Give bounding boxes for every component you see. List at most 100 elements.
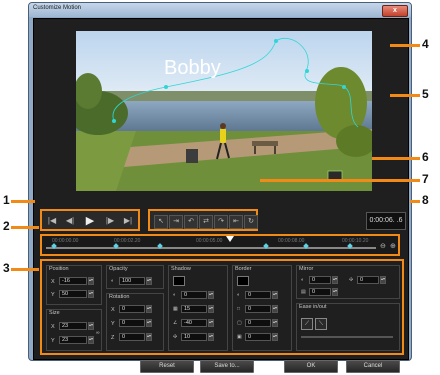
size-y-label: Y <box>51 338 55 344</box>
callout-7-arrow <box>260 179 420 182</box>
dialog-button-bar: Reset Save to... OK Cancel <box>34 359 408 375</box>
cancel-button[interactable]: Cancel <box>346 360 400 373</box>
preview-image <box>76 31 372 191</box>
motion-keyframe-point[interactable] <box>342 85 346 89</box>
position-y-stepper[interactable]: ▴▾ <box>88 290 94 298</box>
ease-slider-track[interactable] <box>301 336 393 338</box>
ease-out-icon[interactable]: ⟍ <box>315 318 327 330</box>
move-right-icon[interactable]: ⇥ <box>169 215 183 229</box>
home-icon[interactable]: |◀ <box>46 215 58 227</box>
border-input-1[interactable]: 0 <box>245 291 271 299</box>
border-input-4[interactable]: 0 <box>245 333 271 341</box>
rotation-x-label: X <box>111 307 115 313</box>
position-x-input[interactable]: -16 <box>59 277 87 285</box>
keyframe-timeline[interactable]: 00:00:00.00 00:00:02.20 00:00:05.00 00:0… <box>40 234 400 256</box>
size-label: Size <box>49 310 60 316</box>
rotation-y-stepper[interactable]: ▴▾ <box>146 319 152 327</box>
border-blur-icon: ▢ <box>237 320 242 326</box>
border-stepper-1[interactable]: ▴▾ <box>272 291 278 299</box>
play-icon[interactable]: ▶ <box>84 215 96 227</box>
shadow-stepper-3[interactable]: ▴▾ <box>208 319 214 327</box>
preview-window[interactable]: Bobby <box>76 31 372 191</box>
mirror-stepper-1[interactable]: ▴▾ <box>332 276 338 284</box>
size-x-input[interactable]: 23 <box>59 322 87 330</box>
attributes-panel: Position X -16 ▴▾ Y 50 ▴▾ Size X 23 ▴▾ Y… <box>40 259 404 355</box>
opacity-input[interactable]: 100 <box>119 277 145 285</box>
position-x-stepper[interactable]: ▴▾ <box>88 277 94 285</box>
end-icon[interactable]: ▶| <box>122 215 134 227</box>
rotation-group: Rotation X 0 ▴▾ Y 0 ▴▾ Z 0 ▴▾ <box>106 293 164 351</box>
mirror-input-3[interactable]: 0 <box>309 288 331 296</box>
move-left-icon[interactable]: ⇤ <box>229 215 243 229</box>
size-y-input[interactable]: 23 <box>59 336 87 344</box>
shadow-stepper-1[interactable]: ▴▾ <box>208 291 214 299</box>
callout-4-arrow <box>390 44 420 47</box>
size-y-stepper[interactable]: ▴▾ <box>88 336 94 344</box>
shadow-input-1[interactable]: 0 <box>181 291 207 299</box>
shadow-color-swatch[interactable] <box>173 276 185 286</box>
redo-icon[interactable]: ↷ <box>214 215 228 229</box>
border-stepper-2[interactable]: ▴▾ <box>272 305 278 313</box>
save-to-button[interactable]: Save to... <box>200 360 254 373</box>
callout-7: 7 <box>422 172 429 186</box>
position-y-input[interactable]: 50 <box>59 290 87 298</box>
shadow-stepper-2[interactable]: ▴▾ <box>208 305 214 313</box>
rotation-z-label: Z <box>111 335 115 341</box>
shadow-input-2[interactable]: 15 <box>181 305 207 313</box>
ease-in-icon[interactable]: ⟋ <box>301 318 313 330</box>
undo-icon[interactable]: ↶ <box>184 215 198 229</box>
border-stepper-3[interactable]: ▴▾ <box>272 319 278 327</box>
next-frame-icon[interactable]: |▶ <box>104 215 116 227</box>
motion-keyframe-point[interactable] <box>112 119 116 123</box>
rotation-z-input[interactable]: 0 <box>119 333 145 341</box>
timecode-field[interactable]: 0:00:06. .6 <box>366 212 406 230</box>
timeline-ruler: 00:00:00.00 00:00:02.20 00:00:05.00 00:0… <box>46 238 376 244</box>
close-button[interactable]: x <box>382 5 408 17</box>
callout-6: 6 <box>422 150 429 164</box>
border-stepper-4[interactable]: ▴▾ <box>272 333 278 341</box>
rotation-z-stepper[interactable]: ▴▾ <box>146 333 152 341</box>
ease-label: Ease in/out <box>299 304 327 310</box>
timeline-tick: 00:00:02.20 <box>114 238 141 244</box>
rotation-y-label: Y <box>111 321 115 327</box>
shadow-angle-icon: ∠ <box>173 320 178 326</box>
shadow-blur-icon: ▦ <box>173 306 178 312</box>
shadow-stepper-4[interactable]: ▴▾ <box>208 333 214 341</box>
mirror-fade-icon: ▤ <box>301 289 306 295</box>
window-title: Customize Motion <box>33 5 82 11</box>
previous-frame-icon[interactable]: ◀| <box>64 215 76 227</box>
motion-keyframe-point[interactable] <box>305 69 309 73</box>
shadow-input-3[interactable]: -40 <box>181 319 207 327</box>
border-opacity-icon: ◐ <box>237 292 241 298</box>
callout-5-arrow <box>390 94 420 97</box>
rotation-y-input[interactable]: 0 <box>119 319 145 327</box>
motion-keyframe-point[interactable] <box>164 85 168 89</box>
border-input-3[interactable]: 0 <box>245 319 271 327</box>
size-x-stepper[interactable]: ▴▾ <box>88 322 94 330</box>
reset-button[interactable]: Reset <box>140 360 194 373</box>
playhead-icon[interactable] <box>226 236 234 242</box>
border-input-2[interactable]: 0 <box>245 305 271 313</box>
rotation-x-stepper[interactable]: ▴▾ <box>146 305 152 313</box>
title-overlay-text[interactable]: Bobby <box>164 57 221 80</box>
opacity-stepper[interactable]: ▴▾ <box>146 277 152 285</box>
rotate-icon[interactable]: ↻ <box>244 215 258 229</box>
mirror-stepper-2[interactable]: ▴▾ <box>380 276 386 284</box>
link-icon[interactable]: ∞ <box>96 330 100 336</box>
rotation-x-input[interactable]: 0 <box>119 305 145 313</box>
border-color-swatch[interactable] <box>237 276 249 286</box>
mirror-input-2[interactable]: 0 <box>357 276 379 284</box>
position-label: Position <box>49 266 69 272</box>
swap-icon[interactable]: ⇄ <box>199 215 213 229</box>
mirror-stepper-3[interactable]: ▴▾ <box>332 288 338 296</box>
shadow-input-4[interactable]: 10 <box>181 333 207 341</box>
motion-keyframe-point[interactable] <box>274 39 278 43</box>
select-tool-icon[interactable]: ↖ <box>154 215 168 229</box>
zoom-in-icon[interactable]: ⊕ <box>390 242 396 250</box>
mirror-input-1[interactable]: 0 <box>309 276 331 284</box>
zoom-out-icon[interactable]: ⊖ <box>380 242 386 250</box>
ok-button[interactable]: OK <box>284 360 338 373</box>
opacity-icon: ◐ <box>111 278 115 284</box>
path-edit-toolbar: ↖ ⇥ ↶ ⇄ ↷ ⇤ ↻ <box>148 209 258 231</box>
shadow-opacity-icon: ◐ <box>173 292 177 298</box>
